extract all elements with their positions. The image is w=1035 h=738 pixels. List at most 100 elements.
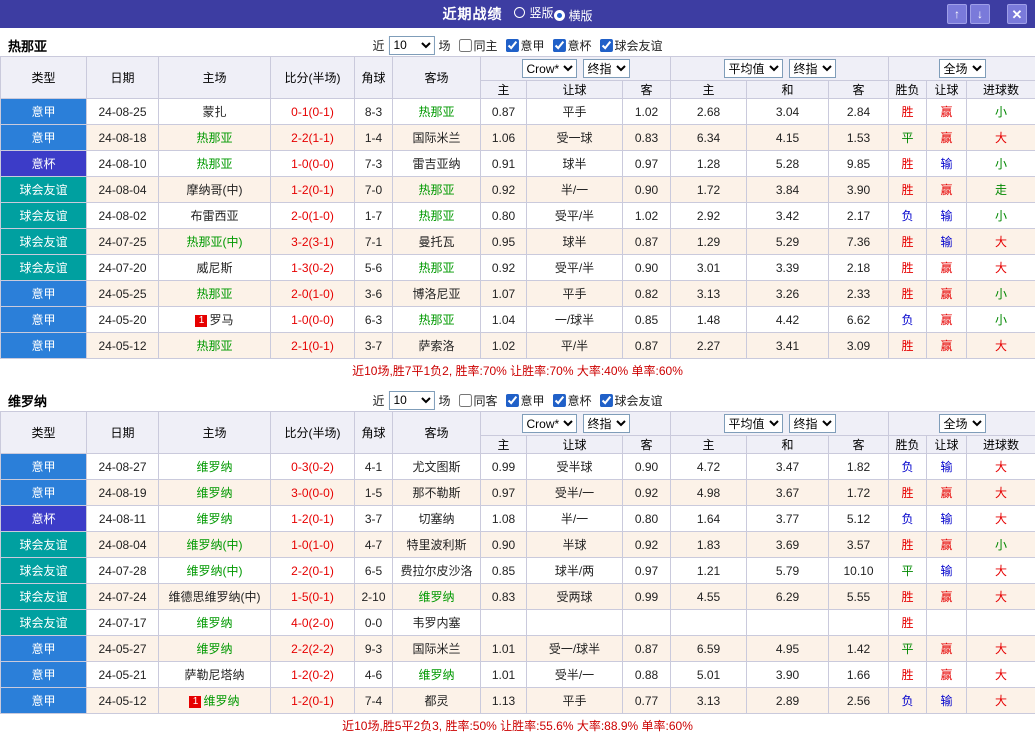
filter-checkbox-league-3[interactable]: 球会友谊 (600, 37, 663, 54)
score[interactable]: 2-2(1-1) (271, 125, 355, 151)
home-team-name[interactable]: 摩纳哥(中) (187, 183, 243, 197)
home-team-name[interactable]: 维罗纳 (196, 642, 232, 656)
home-team-name[interactable]: 维罗纳(中) (187, 538, 243, 552)
away-team-name[interactable]: 热那亚 (418, 183, 454, 197)
close-button[interactable]: ✕ (1007, 4, 1027, 24)
score[interactable]: 1-2(0-1) (271, 688, 355, 714)
closing-odds-select-2[interactable]: 终指 (789, 59, 836, 78)
home-team-name[interactable]: 布雷西亚 (190, 209, 238, 223)
home-team-name[interactable]: 维罗纳 (203, 694, 239, 708)
checkbox-input[interactable] (458, 39, 471, 52)
home-team-name[interactable]: 热那亚 (196, 157, 232, 171)
recent-games-select[interactable]: 10 (388, 36, 434, 55)
away-team-name[interactable]: 都灵 (424, 694, 448, 708)
checkbox-input[interactable] (506, 39, 519, 52)
score[interactable]: 1-0(0-0) (271, 307, 355, 333)
filter-checkbox-league-3[interactable]: 球会友谊 (600, 392, 663, 409)
league-type: 意甲 (1, 480, 87, 506)
away-team-name[interactable]: 韦罗内塞 (412, 616, 460, 630)
checkbox-input[interactable] (600, 394, 613, 407)
match-scope-select[interactable]: 全场 (939, 59, 986, 78)
away-team-name[interactable]: 那不勒斯 (412, 486, 460, 500)
score[interactable]: 1-2(0-2) (271, 662, 355, 688)
score[interactable]: 2-0(1-0) (271, 203, 355, 229)
checkbox-input[interactable] (553, 394, 566, 407)
score[interactable]: 0-1(0-1) (271, 99, 355, 125)
score[interactable]: 1-0(1-0) (271, 532, 355, 558)
filter-checkbox-same-venue[interactable]: 同主 (458, 37, 497, 54)
filter-checkbox-league-1[interactable]: 意甲 (506, 392, 545, 409)
avg-draw-odds: 3.77 (747, 506, 829, 532)
away-team-name[interactable]: 特里波利斯 (406, 538, 466, 552)
checkbox-input[interactable] (600, 39, 613, 52)
home-team-name[interactable]: 维罗纳(中) (187, 564, 243, 578)
away-team-name[interactable]: 切塞纳 (418, 512, 454, 526)
home-team-name[interactable]: 热那亚(中) (187, 235, 243, 249)
home-team-name[interactable]: 热那亚 (196, 339, 232, 353)
company-select[interactable]: Crow* (522, 59, 577, 78)
filter-checkbox-same-venue[interactable]: 同客 (458, 392, 497, 409)
away-team-name[interactable]: 国际米兰 (412, 131, 460, 145)
filter-checkbox-league-1[interactable]: 意甲 (506, 37, 545, 54)
away-team-name[interactable]: 博洛尼亚 (412, 287, 460, 301)
score[interactable]: 1-2(0-1) (271, 506, 355, 532)
home-team-name[interactable]: 蒙扎 (202, 105, 226, 119)
away-team-name[interactable]: 维罗纳 (418, 668, 454, 682)
score[interactable]: 0-3(0-2) (271, 454, 355, 480)
away-team-name[interactable]: 热那亚 (418, 105, 454, 119)
score[interactable]: 1-5(0-1) (271, 584, 355, 610)
filter-checkbox-league-2[interactable]: 意杯 (553, 37, 592, 54)
away-team-name[interactable]: 维罗纳 (418, 590, 454, 604)
company-select[interactable]: Crow* (522, 414, 577, 433)
closing-odds-select[interactable]: 终指 (583, 59, 630, 78)
score[interactable]: 2-0(1-0) (271, 281, 355, 307)
away-team-name[interactable]: 热那亚 (418, 209, 454, 223)
home-team-name[interactable]: 维罗纳 (196, 486, 232, 500)
score[interactable]: 4-0(2-0) (271, 610, 355, 636)
home-team-name[interactable]: 维罗纳 (196, 460, 232, 474)
league-type: 意甲 (1, 333, 87, 359)
home-team-name[interactable]: 维罗纳 (196, 616, 232, 630)
home-team-name[interactable]: 维罗纳 (196, 512, 232, 526)
home-team-name[interactable]: 维德思维罗纳(中) (169, 590, 261, 604)
away-team-name[interactable]: 萨索洛 (418, 339, 454, 353)
checkbox-input[interactable] (506, 394, 519, 407)
closing-odds-select-2[interactable]: 终指 (789, 414, 836, 433)
recent-games-select[interactable]: 10 (388, 391, 434, 410)
away-team-name[interactable]: 费拉尔皮沙洛 (400, 564, 472, 578)
checkbox-input[interactable] (458, 394, 471, 407)
score[interactable]: 1-0(0-0) (271, 151, 355, 177)
average-select[interactable]: 平均值 (724, 414, 783, 433)
away-team-name[interactable]: 尤文图斯 (412, 460, 460, 474)
home-team-name[interactable]: 威尼斯 (196, 261, 232, 275)
away-team-name[interactable]: 热那亚 (418, 313, 454, 327)
closing-odds-select[interactable]: 终指 (583, 414, 630, 433)
away-team-name[interactable]: 雷吉亚纳 (412, 157, 460, 171)
layout-radio-vertical[interactable]: 竖版 (514, 4, 553, 21)
checkbox-input[interactable] (553, 39, 566, 52)
score[interactable]: 3-0(0-0) (271, 480, 355, 506)
scroll-up-button[interactable]: ↑ (947, 4, 967, 24)
titlebar: 近期战绩 竖版横版 ↑ ↓ ✕ (0, 0, 1035, 28)
score[interactable]: 1-3(0-2) (271, 255, 355, 281)
home-team-name[interactable]: 罗马 (209, 313, 233, 327)
home-team-name[interactable]: 热那亚 (196, 287, 232, 301)
checkbox-label: 意杯 (568, 392, 592, 409)
score[interactable]: 2-2(2-2) (271, 636, 355, 662)
score[interactable]: 1-2(0-1) (271, 177, 355, 203)
match-scope-select[interactable]: 全场 (939, 414, 986, 433)
score[interactable]: 2-2(0-1) (271, 558, 355, 584)
score[interactable]: 3-2(3-1) (271, 229, 355, 255)
away-team-name[interactable]: 国际米兰 (412, 642, 460, 656)
layout-radio-horizontal[interactable]: 横版 (554, 7, 593, 24)
home-team-name[interactable]: 萨勒尼塔纳 (184, 668, 244, 682)
away-team-name[interactable]: 热那亚 (418, 261, 454, 275)
home-team-name[interactable]: 热那亚 (196, 131, 232, 145)
away-team-name[interactable]: 曼托瓦 (418, 235, 454, 249)
average-select[interactable]: 平均值 (724, 59, 783, 78)
goals-result-cell: 大 (967, 125, 1035, 151)
score[interactable]: 2-1(0-1) (271, 333, 355, 359)
filter-checkbox-league-2[interactable]: 意杯 (553, 392, 592, 409)
goals-result-cell: 小 (967, 307, 1035, 333)
scroll-down-button[interactable]: ↓ (970, 4, 990, 24)
